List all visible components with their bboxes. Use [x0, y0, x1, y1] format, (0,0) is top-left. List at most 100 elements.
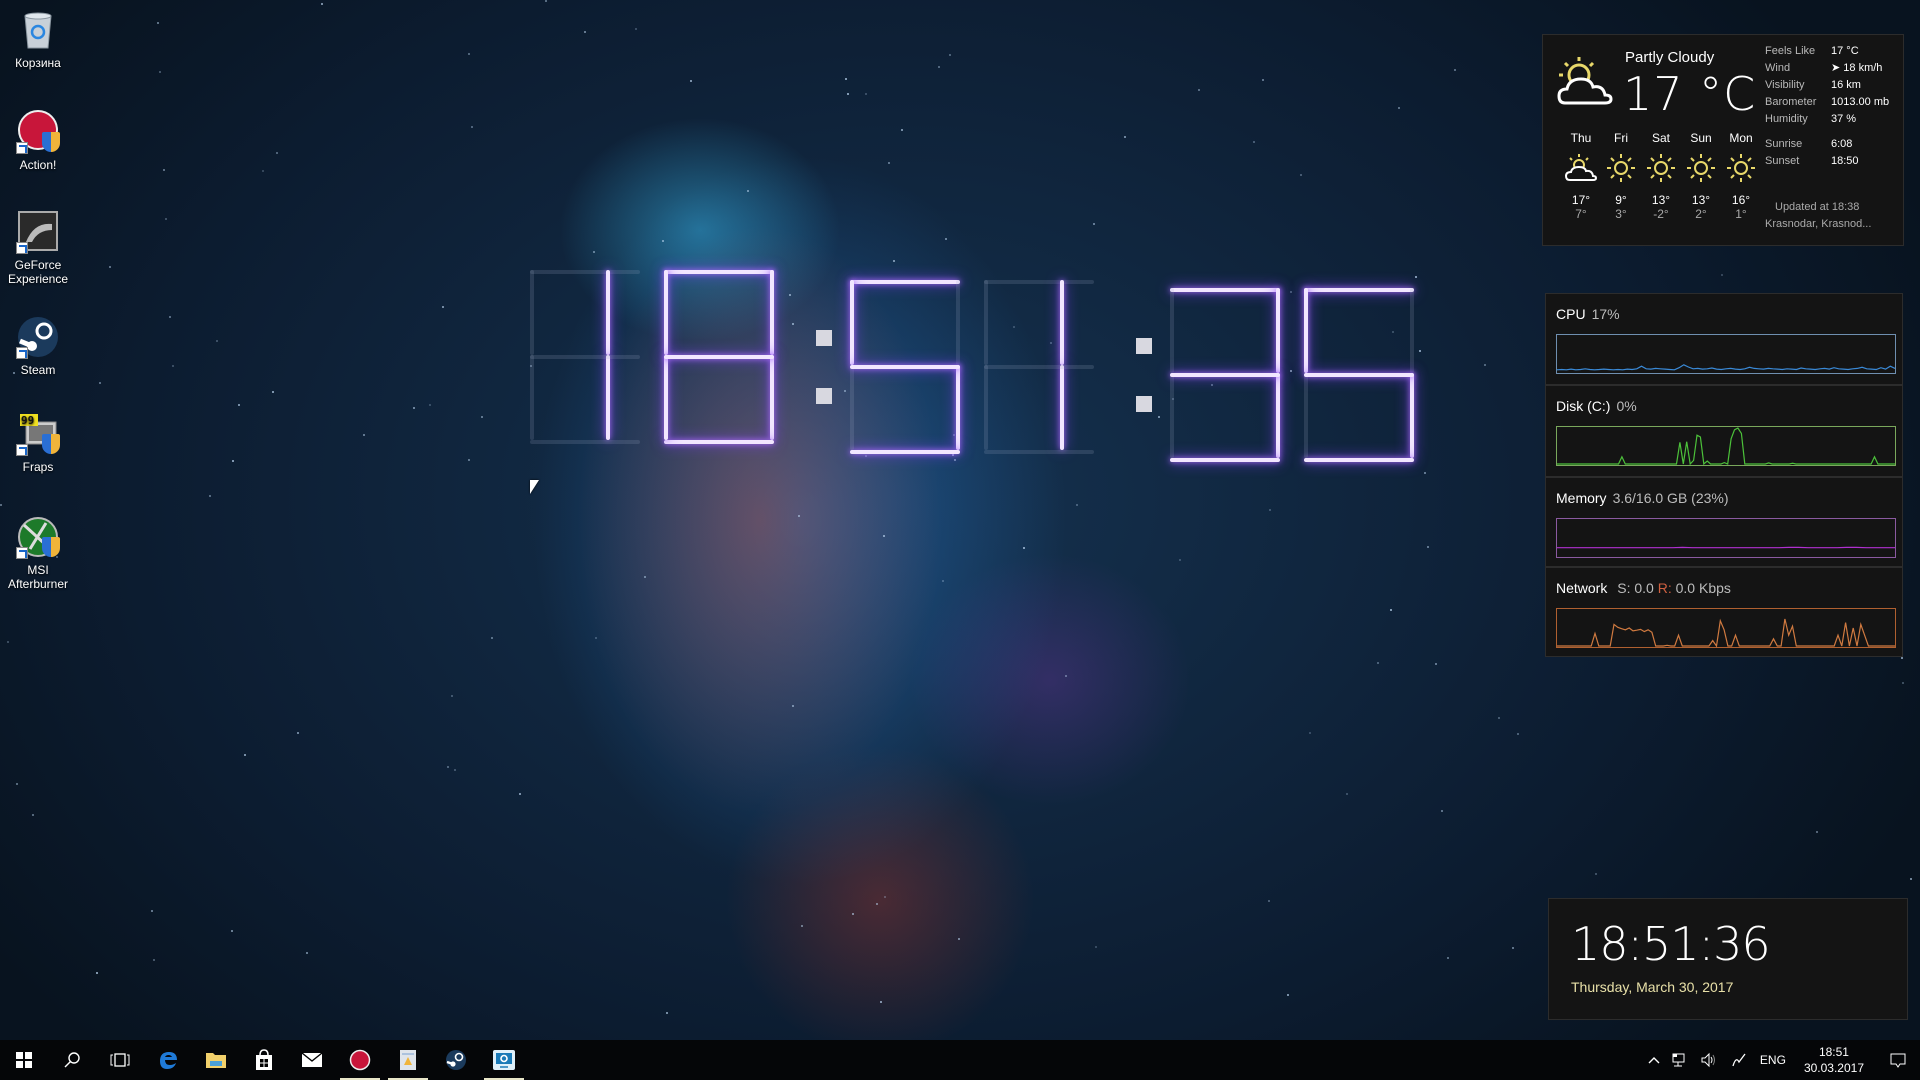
- star: [937, 66, 940, 69]
- star: [1511, 946, 1514, 949]
- system-tray: ENG 18:51 30.03.2017: [1642, 1040, 1920, 1080]
- desktop-icon-geforce-experience[interactable]: GeForce Experience: [4, 210, 72, 286]
- partly-cloudy-icon: [1564, 153, 1598, 183]
- weather-condition: Partly Cloudy: [1625, 49, 1715, 66]
- star: [467, 52, 470, 55]
- clock-segment-on: [1276, 288, 1280, 373]
- edge-button[interactable]: [144, 1040, 192, 1080]
- weather-widget[interactable]: Partly Cloudy 17 °C Thu 17° 7° Fri 9° 3° Sat 13…: [1542, 34, 1904, 246]
- star: [305, 952, 308, 955]
- taskbar-clock[interactable]: 18:51 30.03.2017: [1792, 1044, 1876, 1076]
- settings-monitor-icon: [492, 1049, 516, 1071]
- forecast-day: Thu 17° 7°: [1561, 131, 1601, 221]
- clock-widget[interactable]: 18:51:36 Thursday, March 30, 2017: [1548, 898, 1908, 1020]
- file-explorer-button[interactable]: [192, 1040, 240, 1080]
- notepad-app-button[interactable]: [384, 1040, 432, 1080]
- action-center-button[interactable]: [1876, 1040, 1920, 1080]
- notification-icon: [1890, 1053, 1906, 1068]
- graph-line: [1557, 618, 1895, 648]
- mail-button[interactable]: [288, 1040, 336, 1080]
- graph-frame: [1556, 426, 1896, 466]
- settings-app-button[interactable]: [480, 1040, 528, 1080]
- desktop-icon-steam[interactable]: Steam: [4, 315, 72, 377]
- star: [165, 217, 168, 220]
- star: [1253, 140, 1256, 143]
- star: [271, 391, 274, 393]
- cpu-monitor[interactable]: CPU 17%: [1545, 293, 1903, 385]
- star: [471, 126, 474, 129]
- star: [852, 913, 855, 916]
- sunny-icon: [1684, 153, 1718, 183]
- desktop-icon-recycle-bin[interactable]: Корзина: [4, 8, 72, 70]
- star: [798, 515, 801, 518]
- star: [96, 971, 99, 974]
- pen-workspace-icon[interactable]: [1724, 1040, 1754, 1080]
- star: [442, 306, 445, 309]
- store-button[interactable]: [240, 1040, 288, 1080]
- network-graph: [1556, 608, 1896, 648]
- shortcut-arrow-icon: [16, 444, 28, 456]
- clock-segment-on: [850, 365, 960, 369]
- clock-segment-on: [1060, 365, 1064, 450]
- weather-detail-value: 18:50: [1831, 155, 1859, 167]
- forecast-high: 13°: [1691, 193, 1711, 207]
- network-monitor[interactable]: Network S: 0.0 R: 0.0 Kbps: [1545, 567, 1903, 657]
- shortcut-arrow-icon: [16, 142, 28, 154]
- clock-segment-on: [770, 355, 774, 440]
- star: [791, 704, 794, 707]
- memory-value: 3.6/16.0 GB (23%): [1612, 490, 1729, 506]
- disk-monitor[interactable]: Disk (C:) 0%: [1545, 385, 1903, 477]
- star: [846, 92, 849, 95]
- weather-detail-row: Humidity 37 %: [1765, 111, 1889, 128]
- document-icon: [399, 1049, 417, 1071]
- uac-shield-icon: [42, 434, 60, 454]
- weather-detail-value: 17 °C: [1831, 45, 1859, 57]
- weather-detail-key: Wind: [1765, 62, 1791, 74]
- star: [363, 433, 366, 436]
- star: [1900, 657, 1903, 660]
- star: [1447, 956, 1450, 959]
- star: [1287, 994, 1290, 997]
- clock-segment-off: [1170, 288, 1174, 373]
- memory-monitor[interactable]: Memory 3.6/16.0 GB (23%): [1545, 477, 1903, 567]
- clock-segment-on: [1170, 458, 1280, 462]
- forecast-high: 9°: [1615, 193, 1627, 207]
- sunny-icon: [1604, 153, 1638, 183]
- star: [0, 504, 3, 507]
- desktop-icon-msi-afterburner[interactable]: MSI Afterburner: [4, 515, 72, 591]
- weather-detail-value: 37 %: [1831, 113, 1857, 125]
- star: [1453, 69, 1456, 71]
- star: [169, 315, 172, 318]
- steam-app-button[interactable]: [432, 1040, 480, 1080]
- weather-location[interactable]: Krasnodar, Krasnod...: [1765, 216, 1871, 233]
- input-language-indicator[interactable]: ENG: [1754, 1040, 1792, 1080]
- start-button[interactable]: [0, 1040, 48, 1080]
- forecast-high: 16°: [1731, 193, 1751, 207]
- search-button[interactable]: [48, 1040, 96, 1080]
- star: [1123, 136, 1126, 139]
- star: [99, 381, 102, 384]
- action-app-button[interactable]: [336, 1040, 384, 1080]
- weather-detail-row: Sunset 18:50: [1765, 153, 1889, 170]
- weather-updated-time: Updated at 18:38: [1775, 201, 1860, 213]
- show-hidden-icons-button[interactable]: [1642, 1040, 1666, 1080]
- action-record-icon: [349, 1049, 371, 1071]
- desktop-icon-fraps[interactable]: 99 Fraps: [4, 412, 72, 474]
- network-tray-icon[interactable]: [1666, 1040, 1694, 1080]
- network-recv-value: 0.0 Kbps: [1675, 580, 1731, 596]
- star: [152, 958, 155, 961]
- clock-segment-off: [850, 365, 854, 450]
- volume-icon[interactable]: [1694, 1040, 1724, 1080]
- task-view-button[interactable]: [96, 1040, 144, 1080]
- clock-segment-off: [1304, 373, 1308, 458]
- weather-detail-value: 16 km: [1831, 79, 1861, 91]
- recycle-bin-icon: [16, 8, 60, 52]
- desktop-icon-action[interactable]: Action!: [4, 110, 72, 172]
- star: [481, 416, 484, 419]
- star: [1267, 900, 1270, 903]
- weather-detail-row: Wind ➤ 18 km/h: [1765, 60, 1889, 77]
- star: [845, 78, 848, 81]
- clock-colon-dot: [816, 330, 832, 346]
- desktop-icon-label: Steam: [20, 363, 56, 377]
- star: [1901, 681, 1904, 684]
